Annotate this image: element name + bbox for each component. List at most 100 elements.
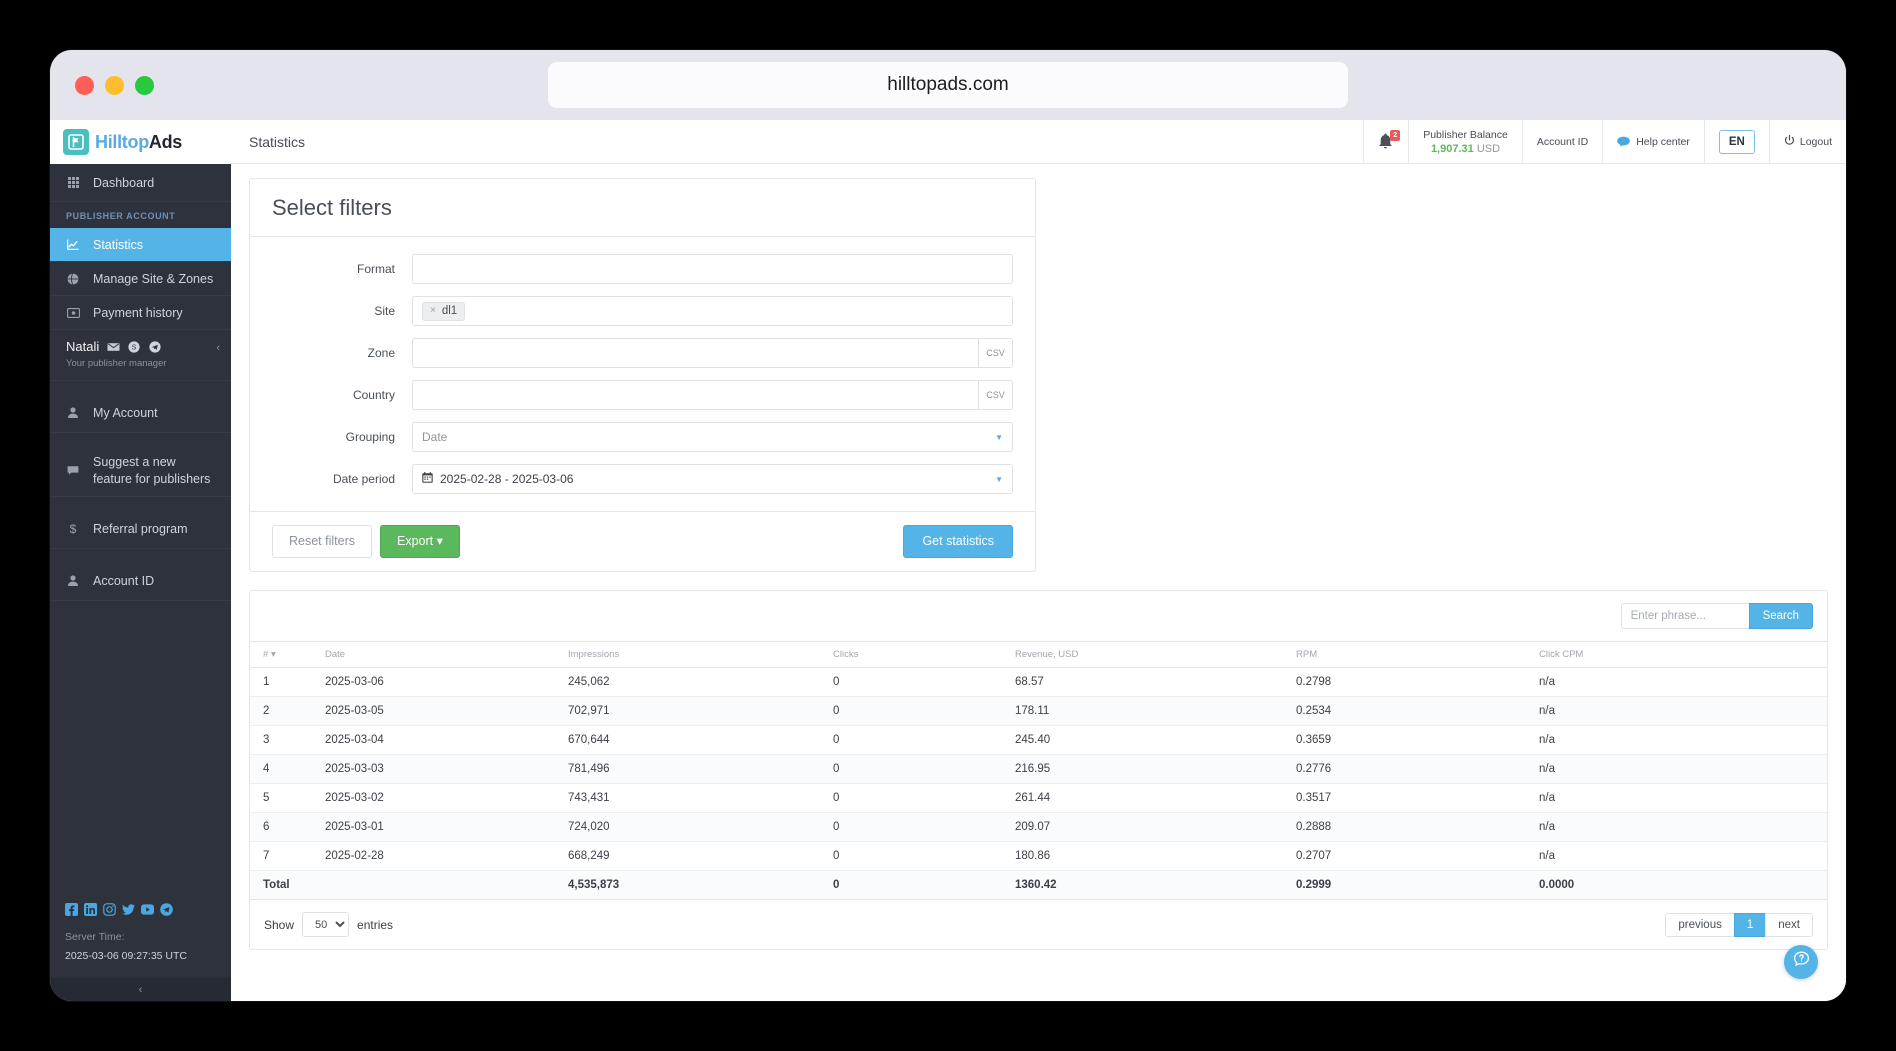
grouping-select[interactable]: Date ▼ [412,422,1013,452]
sidebar-collapse-button[interactable]: ‹ [50,978,231,1001]
email-icon[interactable] [106,340,120,354]
topbar-right: 2 Publisher Balance 1,907.31 USD Account… [1363,120,1846,163]
linkedin-icon[interactable] [84,903,97,917]
table-cell: 245,062 [555,667,820,697]
sidebar-item-statistics[interactable]: Statistics [50,228,231,262]
column-header-index-label: # [263,649,269,660]
table-row: 7 2025-02-28 668,249 0 180.86 0.2707 n/a [250,841,1827,871]
telegram-icon[interactable] [148,340,162,354]
logout-label: Logout [1799,135,1832,148]
publisher-manager-row: Natali S ‹ [66,339,220,354]
youtube-icon[interactable] [141,903,154,916]
account-id-button[interactable]: Account ID [1521,120,1602,163]
globe-icon [66,272,80,285]
instagram-icon[interactable] [103,903,116,917]
help-center-button[interactable]: Help center [1602,120,1704,163]
entries-select[interactable]: 50 [302,912,350,937]
export-button[interactable]: Export ▾ [380,525,460,558]
table-cell: 261.44 [1002,783,1283,813]
publisher-manager-subtitle: Your publisher manager [66,358,167,369]
sidebar-item-account-id-label: Account ID [93,573,155,588]
skype-icon[interactable]: S [127,340,141,354]
site-tag: × dl1 [422,301,466,321]
pagination-next[interactable]: next [1765,912,1813,937]
twitter-icon[interactable] [122,903,135,916]
publisher-balance-currency: USD [1476,142,1501,155]
site-control: × dl1 [412,296,1013,326]
window-controls [75,75,154,95]
filter-row-country: Country CSV [272,380,1013,410]
column-header-revenue[interactable]: Revenue, USD [1002,641,1283,668]
help-fab-button[interactable] [1784,945,1818,979]
filter-row-site: Site × dl1 [272,296,1013,326]
address-bar[interactable]: hilltopads.com [548,62,1348,108]
column-header-index[interactable]: # ▾ [250,641,312,668]
sidebar-item-suggest-feature[interactable]: Suggest a new feature for publishers [50,445,231,497]
publisher-balance[interactable]: Publisher Balance 1,907.31 USD [1408,120,1522,163]
site-label: Site [374,304,395,318]
get-statistics-button[interactable]: Get statistics [903,525,1013,558]
site-input[interactable]: × dl1 [412,296,1013,326]
format-input[interactable] [412,254,1013,284]
pagination-page-1[interactable]: 1 [1733,912,1767,937]
bell-icon: 2 [1378,129,1401,151]
sidebar-item-manage-site-zones[interactable]: Manage Site & Zones [50,262,231,296]
sidebar-item-dashboard[interactable]: Dashboard [50,164,231,202]
facebook-icon[interactable] [65,903,78,917]
search-button[interactable]: Search [1748,603,1813,629]
column-header-clicks[interactable]: Clicks [820,641,1002,668]
pagination-previous[interactable]: previous [1665,912,1735,937]
search-input[interactable] [1620,603,1749,629]
table-toolbar: Search [250,591,1827,641]
help-question-bubble-icon [1792,950,1811,974]
brand-text: HilltopAds [95,132,182,153]
column-header-rpm[interactable]: RPM [1283,641,1526,668]
site-tag-label: dl1 [441,304,458,317]
column-header-date[interactable]: Date [312,641,555,668]
table-total-cell: 0 [820,870,1002,900]
sidebar-item-referral-program[interactable]: $ Referral program [50,509,231,549]
table-cell: 2025-03-03 [312,754,555,784]
publisher-balance-label: Publisher Balance [1423,128,1508,141]
notification-badge: 2 [1390,129,1401,141]
notifications-button[interactable]: 2 [1363,120,1408,163]
manager-collapse-icon[interactable]: ‹ [216,342,220,354]
desktop-background: hilltopads.com HilltopAds Dashboard PUBL… [0,0,1896,1051]
sidebar-item-payment-history[interactable]: Payment history [50,296,231,330]
grouping-control: Date ▼ [412,422,1013,452]
zone-csv-button[interactable]: CSV [979,338,1013,368]
maximize-window-button[interactable] [135,75,154,95]
select-filters-body: Format Site × dl1 Zone CSV Country CSV G… [250,237,1035,511]
browser-chrome: hilltopads.com [50,50,1846,120]
close-window-button[interactable] [75,75,94,95]
date-period-select[interactable]: 2025-02-28 - 2025-03-06 ▼ [412,464,1013,494]
chevron-down-icon: ▼ [995,474,1003,484]
column-header-click-cpm[interactable]: Click CPM [1526,641,1827,668]
language-switcher[interactable]: EN [1703,120,1769,163]
column-header-impressions[interactable]: Impressions [555,641,820,668]
table-cell: 702,971 [555,696,820,726]
table-cell: 2025-03-02 [312,783,555,813]
filter-row-grouping: Grouping Date ▼ [272,422,1013,452]
table-total-cell: 4,535,873 [555,870,820,900]
brand-logo[interactable]: HilltopAds [50,120,231,164]
sidebar-item-my-account[interactable]: My Account [50,393,231,433]
minimize-window-button[interactable] [105,75,124,95]
grouping-label: Grouping [345,430,395,444]
svg-text:S: S [132,344,137,351]
user-icon [66,575,80,586]
site-tag-remove-icon[interactable]: × [430,305,436,316]
table-cell: 0.2798 [1283,667,1526,697]
format-label: Format [356,262,395,276]
select-filters-footer: Reset filters Export ▾ Get statistics [250,511,1035,571]
country-csv-button[interactable]: CSV [979,380,1013,410]
select-filters-title: Select filters [272,195,392,220]
export-label: Export [397,534,434,548]
logout-button[interactable]: Logout [1768,120,1846,163]
zone-input[interactable] [412,338,979,368]
telegram-icon[interactable] [160,903,173,917]
reset-filters-button[interactable]: Reset filters [272,525,372,558]
country-input[interactable] [412,380,979,410]
sidebar-item-account-id[interactable]: Account ID [50,561,231,601]
